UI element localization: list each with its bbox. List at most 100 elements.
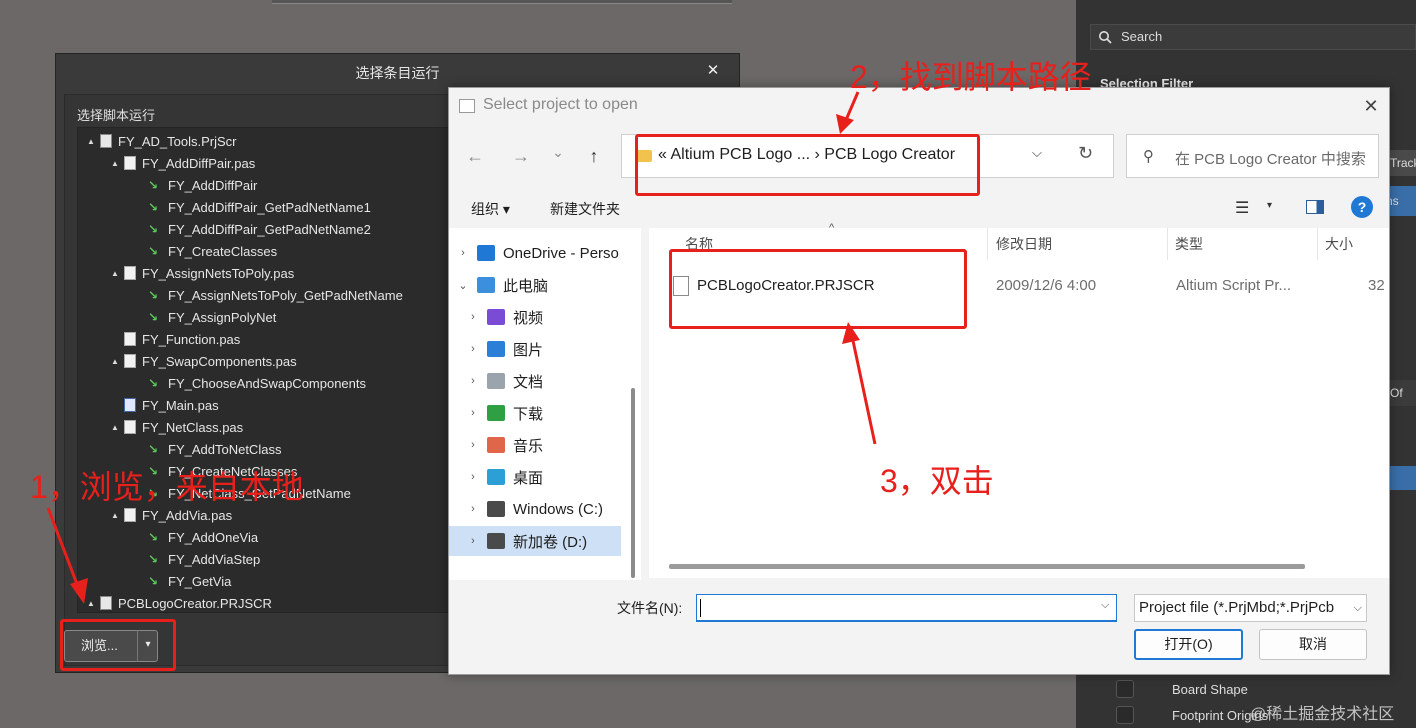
chevron-icon[interactable]: › [459,311,487,323]
expand-toggle-icon[interactable]: ▲ [110,269,120,278]
forward-icon[interactable]: → [507,142,535,170]
refresh-icon[interactable]: ↻ [1078,143,1093,164]
nav-item[interactable]: › OneDrive - Perso [449,238,621,268]
open-button[interactable]: 打开(O) [1134,629,1243,660]
close-icon[interactable]: ✕ [700,58,726,84]
tree-node-file[interactable]: FY_Function.pas [110,328,240,350]
tree-node-project[interactable]: ▲ PCBLogoCreator.PRJSCR [86,592,272,612]
filter-chip-track[interactable]: Track [1390,150,1416,176]
nav-item[interactable]: › 新加卷 (D:) [449,526,621,556]
script-tree[interactable]: ▲ FY_AD_Tools.PrjScr ▲ FY_AddDiffPair.pas ↘ F… [77,127,497,613]
chevron-down-icon[interactable]: ⌵ [1032,145,1042,161]
chevron-icon[interactable]: › [459,439,487,451]
tree-node-file[interactable]: ▲ FY_AssignNetsToPoly.pas [110,262,294,284]
chevron-icon[interactable]: › [459,407,487,419]
expand-toggle-icon[interactable]: ▲ [110,159,120,168]
panel-selected-row[interactable] [1390,466,1416,490]
nav-item-label: 下载 [513,405,544,423]
procedure-icon: ↘ [148,200,159,214]
column-size[interactable]: 大小 [1325,234,1353,254]
panel-row-footprint-origins[interactable]: Footprint Origins [1116,706,1268,724]
nav-item-label: 文档 [513,373,544,391]
chevron-down-icon[interactable]: ▾ [1267,200,1272,211]
expand-toggle-icon[interactable]: ▲ [86,599,96,608]
tree-node-proc[interactable]: ↘ FY_ChooseAndSwapComponents [134,372,366,394]
nav-item[interactable]: › 图片 [449,334,621,364]
tree-node-proc[interactable]: ↘ FY_AddDiffPair_GetPadNetName1 [134,196,371,218]
organize-menu[interactable]: 组织 ▾ [471,199,510,219]
toolbar-strip [272,0,732,4]
panel-row-board-shape[interactable]: Board Shape [1116,680,1248,698]
panel-search-input[interactable]: Search [1090,24,1416,50]
recent-locations-icon[interactable]: ⌄ [544,138,572,166]
filename-input[interactable]: ⌵ [696,594,1117,622]
tree-node-main[interactable]: FY_Main.pas [110,394,219,416]
up-icon[interactable]: ↑ [580,142,608,170]
chevron-icon[interactable]: › [459,375,487,387]
preview-pane-icon[interactable] [1306,200,1324,214]
tree-node-proc[interactable]: ↘ FY_AssignPolyNet [134,306,276,328]
chevron-icon[interactable]: › [459,535,487,547]
tree-node-file[interactable]: ▲ FY_AddDiffPair.pas [110,152,255,174]
script-file-icon [124,420,136,434]
tree-node-proc[interactable]: ↘ FY_CreateClasses [134,240,277,262]
expand-toggle-icon[interactable]: ▲ [110,357,120,366]
nav-scrollbar[interactable] [631,388,635,578]
tree-node-label: FY_AddDiffPair_GetPadNetName1 [168,199,371,215]
chevron-icon[interactable]: › [459,471,487,483]
file-type: Altium Script Pr... [1176,277,1292,294]
checkbox[interactable] [1116,680,1134,698]
folder-search-input[interactable]: ⚲ 在 PCB Logo Creator 中搜索 [1126,134,1379,178]
filetype-select[interactable]: Project file (*.PrjMbd;*.PrjPcb ⌵ [1134,594,1367,622]
nav-item[interactable]: › 文档 [449,366,621,396]
nav-item[interactable]: › 下载 [449,398,621,428]
tree-node-file[interactable]: ▲ FY_SwapComponents.pas [110,350,297,372]
tree-node-file[interactable]: ▲ FY_NetClass.pas [110,416,243,438]
expand-toggle-icon[interactable]: ▲ [86,137,96,146]
script-file-icon [124,354,136,368]
nav-item-label: 新加卷 (D:) [513,533,588,551]
nav-item-label: OneDrive - Perso [503,244,619,262]
location-icon [487,341,505,357]
tree-node-project[interactable]: ▲ FY_AD_Tools.PrjScr [86,130,236,152]
procedure-icon: ↘ [148,376,159,390]
tree-node-proc[interactable]: ↘ FY_AddToNetClass [134,438,281,460]
chevron-icon[interactable]: ⌄ [449,279,477,292]
tree-node-proc[interactable]: ↘ FY_AddDiffPair_GetPadNetName2 [134,218,371,240]
chevron-icon[interactable]: › [459,343,487,355]
nav-item[interactable]: › 视频 [449,302,621,332]
annotation-step1: 1，浏览，来自本地 [30,469,304,505]
chevron-icon[interactable]: › [449,247,477,259]
tree-node-label: FY_NetClass.pas [142,419,244,435]
tree-node-label: FY_AddDiffPair.pas [142,155,256,171]
project-icon [100,596,112,610]
checkbox[interactable] [1116,706,1134,724]
help-icon[interactable]: ? [1351,196,1373,218]
nav-item[interactable]: › Windows (C:) [449,494,621,524]
new-folder-button[interactable]: 新建文件夹 [550,199,620,219]
script-file-icon [124,508,136,522]
view-options-icon[interactable]: ☰ [1235,198,1249,218]
column-modified[interactable]: 修改日期 [996,234,1052,254]
back-icon[interactable]: ← [461,142,489,170]
chevron-icon[interactable]: › [459,503,487,515]
chevron-down-icon[interactable]: ⌵ [1101,599,1109,612]
cancel-button[interactable]: 取消 [1259,629,1367,660]
script-file-icon [124,266,136,280]
close-icon[interactable]: ✕ [1359,94,1383,118]
tree-node-proc[interactable]: ↘ FY_AssignNetsToPoly_GetPadNetName [134,284,403,306]
nav-item[interactable]: › 音乐 [449,430,621,460]
tree-node-proc[interactable]: ↘ FY_AddOneVia [134,526,258,548]
tree-node-proc[interactable]: ↘ FY_AddDiffPair [134,174,257,196]
filter-chip-ns[interactable]: ns [1386,186,1416,216]
expand-toggle-icon[interactable]: ▲ [110,511,120,520]
tree-node-proc[interactable]: ↘ FY_GetVia [134,570,231,592]
nav-item[interactable]: ⌄ 此电脑 [449,270,621,300]
app-icon [459,99,475,113]
nav-item[interactable]: › 桌面 [449,462,621,492]
filter-chip-of[interactable]: Of [1390,380,1416,406]
expand-toggle-icon[interactable]: ▲ [110,423,120,432]
column-type[interactable]: 类型 [1175,234,1203,254]
horizontal-scrollbar[interactable] [669,564,1305,569]
tree-node-proc[interactable]: ↘ FY_AddViaStep [134,548,260,570]
